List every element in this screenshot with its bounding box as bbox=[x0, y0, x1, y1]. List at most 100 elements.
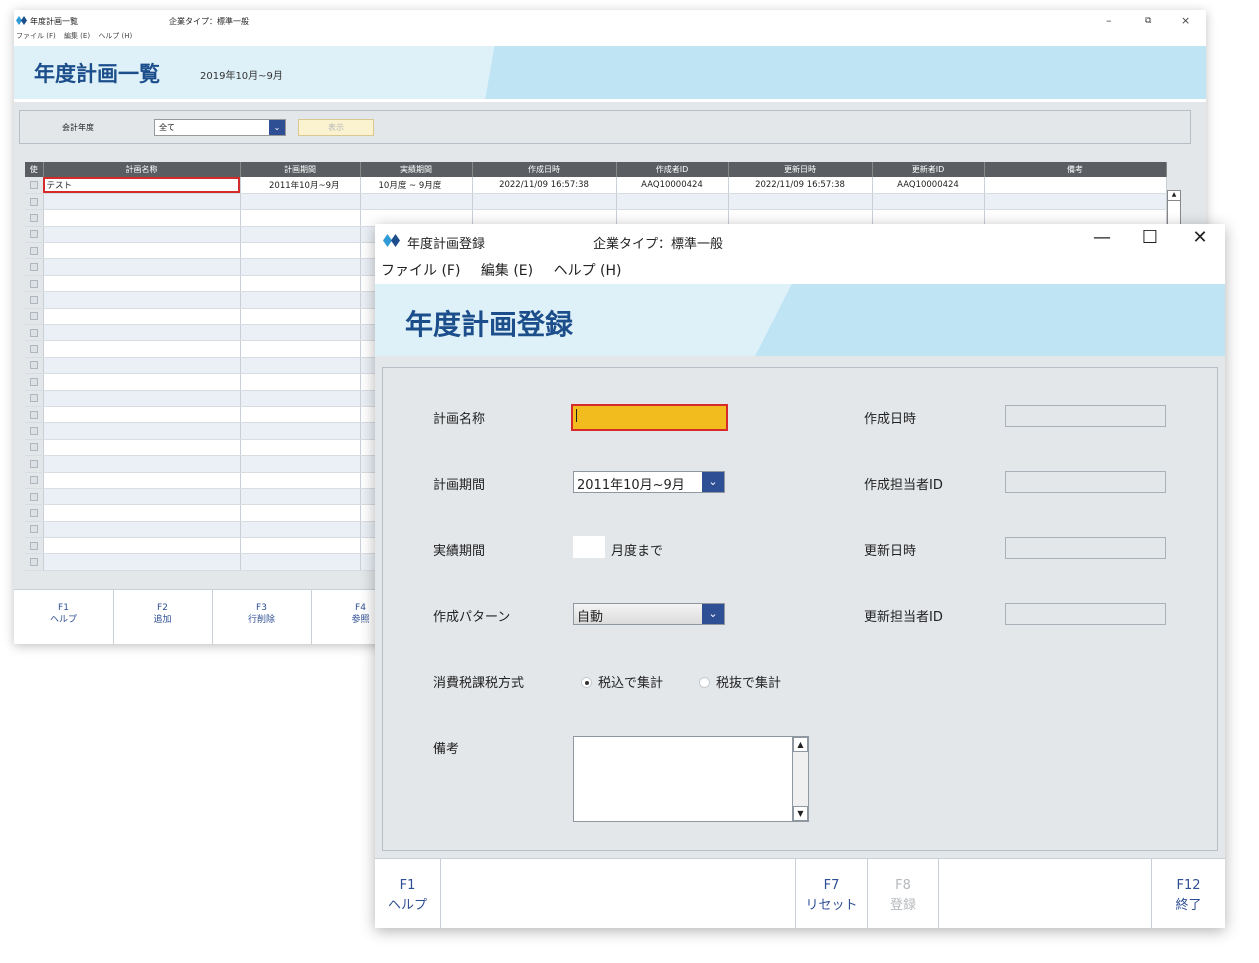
row-checkbox[interactable] bbox=[25, 488, 44, 506]
table-cell[interactable] bbox=[43, 226, 241, 244]
table-cell[interactable] bbox=[43, 472, 241, 489]
f1-help-button[interactable]: F1 ヘルプ bbox=[14, 590, 114, 644]
table-cell[interactable] bbox=[240, 406, 361, 424]
f7-reset-button[interactable]: F7 リセット bbox=[796, 859, 868, 928]
scroll-up-icon[interactable]: ▲ bbox=[1168, 191, 1180, 201]
menu-edit[interactable]: 編集 (E) bbox=[481, 263, 533, 279]
row-checkbox[interactable] bbox=[25, 537, 44, 555]
scroll-up-icon[interactable]: ▲ bbox=[793, 737, 808, 752]
table-cell[interactable] bbox=[240, 308, 361, 326]
table-cell[interactable] bbox=[43, 275, 241, 293]
row-checkbox[interactable] bbox=[25, 439, 44, 457]
radio-unselected-icon[interactable] bbox=[699, 677, 710, 688]
table-cell[interactable] bbox=[240, 209, 361, 227]
row-checkbox[interactable] bbox=[25, 275, 44, 293]
close-button[interactable]: × bbox=[1181, 14, 1190, 27]
plan-name-cell[interactable]: テスト bbox=[43, 177, 241, 194]
row-checkbox[interactable] bbox=[25, 357, 44, 375]
tax-included-radio[interactable]: 税込で集計 bbox=[581, 672, 663, 691]
table-cell[interactable] bbox=[43, 521, 241, 539]
actual-period-input[interactable] bbox=[573, 536, 605, 558]
column-header[interactable]: 計画期間 bbox=[240, 162, 361, 177]
row-checkbox[interactable] bbox=[25, 340, 44, 358]
table-cell[interactable] bbox=[43, 373, 241, 391]
table-cell[interactable] bbox=[240, 390, 361, 407]
column-header[interactable]: 計画名称 bbox=[43, 162, 241, 177]
table-cell[interactable] bbox=[240, 373, 361, 391]
table-cell[interactable] bbox=[43, 455, 241, 473]
table-cell[interactable] bbox=[240, 340, 361, 358]
row-checkbox[interactable] bbox=[25, 553, 44, 571]
table-cell[interactable] bbox=[43, 258, 241, 276]
table-cell[interactable] bbox=[360, 193, 473, 211]
column-header[interactable]: 使 bbox=[25, 162, 44, 177]
table-cell[interactable] bbox=[240, 439, 361, 457]
menu-file[interactable]: ファイル (F) bbox=[16, 32, 56, 40]
row-checkbox[interactable] bbox=[25, 291, 44, 309]
row-checkbox[interactable] bbox=[25, 472, 44, 489]
chevron-down-icon[interactable]: ⌄ bbox=[702, 472, 724, 492]
table-cell[interactable] bbox=[240, 537, 361, 555]
f2-add-button[interactable]: F2 追加 bbox=[113, 590, 213, 644]
table-row[interactable]: テスト 2011年10月~9月 10月度 ~ 9月度 2022/11/09 16… bbox=[25, 177, 1167, 194]
table-cell[interactable] bbox=[43, 340, 241, 358]
table-cell[interactable] bbox=[472, 193, 617, 211]
row-checkbox[interactable] bbox=[25, 308, 44, 326]
menu-file[interactable]: ファイル (F) bbox=[381, 263, 460, 279]
column-header[interactable]: 作成日時 bbox=[472, 162, 617, 177]
table-cell[interactable] bbox=[43, 488, 241, 506]
table-cell[interactable] bbox=[240, 324, 361, 342]
f1-help-button[interactable]: F1 ヘルプ bbox=[375, 859, 441, 928]
table-cell[interactable] bbox=[43, 504, 241, 522]
plan-period-select[interactable]: 2011年10月~9月 ⌄ bbox=[573, 471, 725, 493]
table-cell[interactable] bbox=[240, 258, 361, 276]
f3-delete-row-button[interactable]: F3 行削除 bbox=[212, 590, 312, 644]
updated-at-cell[interactable]: 2022/11/09 16:57:38 bbox=[728, 177, 873, 194]
note-cell[interactable] bbox=[984, 177, 1167, 194]
table-row[interactable] bbox=[25, 193, 1167, 211]
minimize-button[interactable]: — bbox=[1087, 227, 1117, 248]
column-header[interactable]: 備考 bbox=[984, 162, 1167, 177]
table-cell[interactable] bbox=[43, 422, 241, 440]
close-button[interactable]: ✕ bbox=[1185, 227, 1215, 248]
row-checkbox[interactable] bbox=[25, 390, 44, 407]
table-cell[interactable] bbox=[43, 242, 241, 260]
row-checkbox[interactable] bbox=[25, 226, 44, 244]
creator-id-cell[interactable]: AAQ10000424 bbox=[616, 177, 729, 194]
pattern-select[interactable]: 自動 ⌄ bbox=[573, 603, 725, 625]
tax-excluded-radio[interactable]: 税抜で集計 bbox=[699, 672, 781, 691]
table-cell[interactable] bbox=[240, 488, 361, 506]
row-checkbox[interactable] bbox=[25, 177, 44, 194]
table-cell[interactable] bbox=[43, 308, 241, 326]
table-cell[interactable] bbox=[43, 324, 241, 342]
chevron-down-icon[interactable]: ⌄ bbox=[702, 604, 724, 624]
column-header[interactable]: 更新者ID bbox=[872, 162, 985, 177]
row-checkbox[interactable] bbox=[25, 258, 44, 276]
row-checkbox[interactable] bbox=[25, 324, 44, 342]
fiscal-year-select[interactable]: 全て ⌄ bbox=[154, 119, 286, 136]
table-cell[interactable] bbox=[43, 291, 241, 309]
table-cell[interactable] bbox=[240, 226, 361, 244]
table-cell[interactable] bbox=[240, 193, 361, 211]
table-cell[interactable] bbox=[240, 422, 361, 440]
updater-id-cell[interactable]: AAQ10000424 bbox=[872, 177, 985, 194]
table-cell[interactable] bbox=[43, 209, 241, 227]
column-header[interactable]: 実績期間 bbox=[360, 162, 473, 177]
table-cell[interactable] bbox=[43, 537, 241, 555]
row-checkbox[interactable] bbox=[25, 193, 44, 211]
table-cell[interactable] bbox=[240, 291, 361, 309]
table-cell[interactable] bbox=[240, 472, 361, 489]
table-cell[interactable] bbox=[240, 504, 361, 522]
table-cell[interactable] bbox=[43, 390, 241, 407]
table-cell[interactable] bbox=[43, 553, 241, 571]
table-cell[interactable] bbox=[240, 275, 361, 293]
show-button[interactable]: 表示 bbox=[298, 119, 374, 136]
menu-help[interactable]: ヘルプ (H) bbox=[554, 263, 622, 279]
row-checkbox[interactable] bbox=[25, 455, 44, 473]
chevron-down-icon[interactable]: ⌄ bbox=[269, 120, 285, 135]
created-at-cell[interactable]: 2022/11/09 16:57:38 bbox=[472, 177, 617, 194]
maximize-button[interactable]: ☐ bbox=[1135, 227, 1165, 248]
table-cell[interactable] bbox=[616, 193, 729, 211]
menu-help[interactable]: ヘルプ (H) bbox=[98, 32, 132, 40]
actual-period-cell[interactable]: 10月度 ~ 9月度 bbox=[360, 177, 473, 194]
